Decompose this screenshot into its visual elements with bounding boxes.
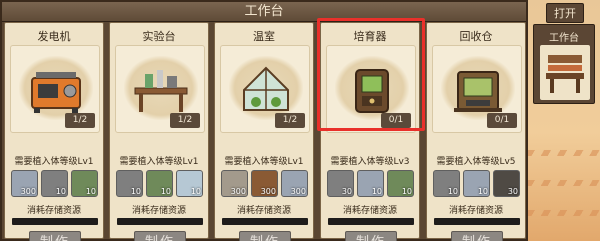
shortcut-label: 工作台 <box>549 33 579 44</box>
material-list: 300 10 10 <box>11 170 99 198</box>
crystal-ore-icon: 10 <box>357 170 384 197</box>
circuit-board-icon: 10 <box>146 170 173 197</box>
workbench-shortcut[interactable]: 工作台 <box>533 24 595 104</box>
circuit-board-icon: 10 <box>71 170 98 197</box>
card-name: 回收仓 <box>459 30 493 43</box>
material-list: 300 300 300 <box>221 170 309 198</box>
workbench-thumbnail <box>540 45 590 100</box>
resource-bar <box>222 218 308 225</box>
requirement-text: 需要植入体等级Lv5 <box>436 157 516 167</box>
material-list: 30 10 10 <box>327 170 415 198</box>
build-count: 1/2 <box>170 113 200 128</box>
card-name: 实验台 <box>142 30 176 43</box>
greenhouse-icon <box>243 66 289 111</box>
sand-stripe <box>528 210 600 216</box>
generator-icon <box>31 72 81 113</box>
make-button[interactable]: 制作 <box>134 231 186 241</box>
make-button[interactable]: 制作 <box>239 231 291 241</box>
card-name: 温室 <box>253 30 275 43</box>
item-preview: 1/2 <box>10 45 100 133</box>
build-card-lab[interactable]: 实验台 1/2 需要植入体等级Lv1 10 10 10 消耗存储资源 制作 <box>109 22 209 241</box>
sand-stripe <box>528 150 600 156</box>
make-button[interactable]: 制作 <box>29 231 81 241</box>
consume-label: 消耗存储资源 <box>342 206 397 216</box>
consume-label: 消耗存储资源 <box>236 206 291 216</box>
sand-stripe <box>528 180 600 186</box>
consume-label: 消耗存储资源 <box>448 206 503 216</box>
selection-highlight <box>317 18 425 131</box>
crystal-ore-icon: 300 <box>11 170 38 197</box>
panel-title: 工作台 <box>2 2 526 22</box>
item-preview: 0/1 <box>432 45 522 133</box>
resource-bar <box>434 218 520 225</box>
consume-label: 消耗存储资源 <box>26 206 81 216</box>
item-preview: 1/2 <box>115 45 205 133</box>
item-preview: 1/2 <box>220 45 310 133</box>
iron-bar-icon: 10 <box>116 170 143 197</box>
build-card-recycler[interactable]: 回收仓 0/1 需要植入体等级Lv5 10 10 30 消耗存储资源 制作 <box>426 22 526 241</box>
requirement-text: 需要植入体等级Lv3 <box>330 157 410 167</box>
crystal-ore-icon: 10 <box>463 170 490 197</box>
card-name: 发电机 <box>37 30 71 43</box>
iron-bar-icon: 10 <box>41 170 68 197</box>
iron-bar-icon: 30 <box>327 170 354 197</box>
lab-bench-icon <box>134 70 188 112</box>
recycler-icon <box>454 71 502 112</box>
consume-label: 消耗存储资源 <box>131 206 186 216</box>
build-count: 1/2 <box>65 113 95 128</box>
requirement-text: 需要植入体等级Lv1 <box>14 157 94 167</box>
build-card-greenhouse[interactable]: 温室 1/2 需要植入体等级Lv1 300 300 300 消耗存储资源 制作 <box>214 22 314 241</box>
resource-bar <box>328 218 414 225</box>
make-button[interactable]: 制作 <box>345 231 397 241</box>
resource-bar <box>117 218 203 225</box>
workbench-icon <box>546 55 584 93</box>
build-count: 1/2 <box>275 113 305 128</box>
iron-bar-icon: 10 <box>433 170 460 197</box>
build-count: 0/1 <box>487 113 517 128</box>
crystal-ore-icon: 300 <box>281 170 308 197</box>
ice-crystal-icon: 10 <box>176 170 203 197</box>
make-button[interactable]: 制作 <box>451 231 503 241</box>
build-card-generator[interactable]: 发电机 1/2 需要植入体等级Lv1 300 10 10 消耗存储资源 制作 <box>4 22 104 241</box>
resource-bar <box>12 218 98 225</box>
open-button[interactable]: 打开 <box>546 3 584 23</box>
circuit-board-icon: 10 <box>387 170 414 197</box>
requirement-text: 需要植入体等级Lv1 <box>224 157 304 167</box>
material-list: 10 10 10 <box>116 170 204 198</box>
stone-icon: 300 <box>221 170 248 197</box>
coal-ore-icon: 30 <box>493 170 520 197</box>
wood-log-icon: 300 <box>251 170 278 197</box>
requirement-text: 需要植入体等级Lv1 <box>119 157 199 167</box>
material-list: 10 10 30 <box>433 170 521 198</box>
